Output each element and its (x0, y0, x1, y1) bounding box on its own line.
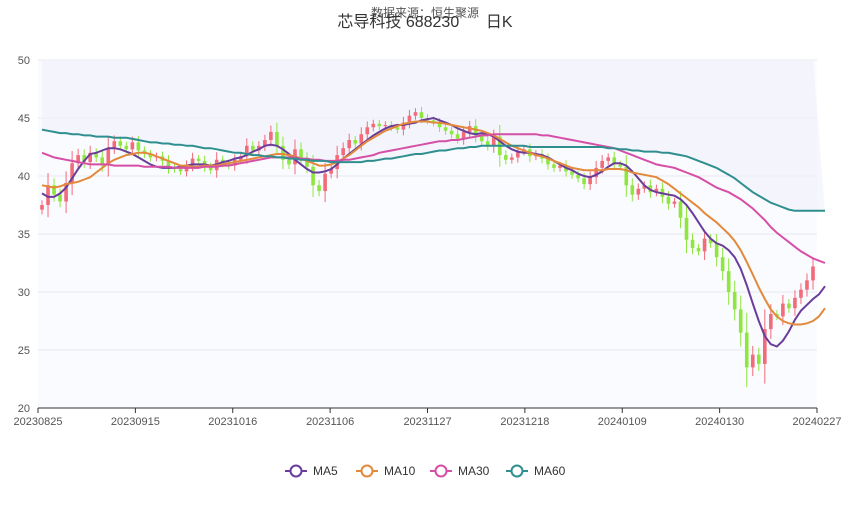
candle-body (449, 130, 454, 135)
x-tick-label: 20231218 (500, 416, 549, 428)
candle-body (112, 141, 117, 149)
candle-body (576, 174, 580, 179)
candle-body (269, 131, 273, 141)
legend: MA5 MA10 MA30 MA60 (285, 464, 566, 478)
candle-body (365, 127, 370, 135)
candle-body (582, 178, 586, 185)
candle-body (317, 185, 321, 192)
x-tick-label: 20240130 (695, 416, 744, 428)
x-tick-label: 20240227 (793, 416, 842, 428)
candle-body (726, 271, 731, 292)
legend-label-ma5[interactable]: MA5 (313, 464, 338, 478)
candle-body (136, 142, 141, 151)
candle-body (413, 112, 418, 116)
candle-body (443, 127, 448, 131)
candle-body (600, 160, 604, 168)
candle-body (696, 247, 701, 252)
y-tick-label: 40 (18, 171, 30, 183)
x-tick-label: 20231127 (403, 416, 451, 428)
y-tick-label: 30 (18, 287, 30, 299)
candle-body (793, 297, 797, 309)
x-tick-label: 20230915 (111, 416, 160, 428)
candle-body (756, 354, 761, 364)
candle-body (178, 169, 183, 172)
candle-body (732, 292, 737, 310)
candle-body (738, 309, 743, 333)
x-tick-label: 20231016 (208, 416, 257, 428)
y-tick-label: 35 (18, 229, 30, 241)
candle-body (196, 158, 201, 161)
candle-body (744, 332, 749, 368)
x-tick-label: 20230825 (14, 416, 63, 428)
candle-body (781, 303, 785, 317)
candle-body (552, 164, 556, 168)
candle-body (684, 217, 689, 240)
y-tick-label: 25 (18, 345, 30, 357)
candle-body (419, 112, 424, 118)
y-tick-label: 45 (18, 113, 30, 125)
candle-body (690, 239, 695, 248)
candle-body (124, 145, 129, 150)
candle-body (769, 314, 773, 330)
candle-body (371, 123, 376, 128)
legend-marker-ma5[interactable] (289, 464, 303, 478)
candle-body (720, 257, 725, 272)
candle-body (678, 201, 683, 218)
x-tick-label: 20240109 (598, 416, 647, 428)
candle-body (311, 166, 315, 186)
legend-marker-ma10[interactable] (360, 464, 374, 478)
candle-body (341, 148, 345, 156)
legend-marker-ma30[interactable] (434, 464, 448, 478)
candle-body (606, 157, 611, 161)
candle-body (287, 159, 291, 165)
candle-body (503, 155, 508, 160)
candle-body (130, 142, 135, 150)
candle-body (672, 201, 677, 204)
y-tick-label: 50 (18, 55, 30, 67)
candle-body (383, 124, 388, 127)
candle-body (275, 131, 279, 146)
candle-body (630, 185, 635, 195)
candle-body (510, 157, 514, 160)
legend-label-ma30[interactable]: MA30 (458, 464, 490, 478)
candle-body (811, 266, 815, 281)
candle-body (666, 196, 671, 204)
candle-body (750, 354, 755, 368)
candle-body (251, 145, 255, 151)
candle-body (799, 289, 803, 298)
legend-marker-ma60[interactable] (510, 464, 524, 478)
candle-body (805, 280, 809, 290)
candle-body (787, 303, 791, 309)
legend-label-ma60[interactable]: MA60 (534, 464, 566, 478)
candle-body (455, 134, 460, 139)
candle-body (58, 194, 62, 202)
candle-body (377, 123, 382, 127)
candle-body (347, 140, 352, 149)
candle-body (323, 173, 327, 192)
candle-body (353, 140, 358, 144)
y-tick-label: 20 (18, 403, 30, 415)
candle-body (702, 238, 707, 252)
x-tick-label: 20231106 (306, 416, 354, 428)
chart-container: 数据来源：恒生聚源 芯导科技 688230 日K 20 25 30 35 40 45 50 2… (0, 0, 850, 518)
candle-body (636, 188, 641, 195)
candle-body (40, 205, 44, 210)
chart-svg: 20 25 30 35 40 45 50 20230825 20230915 20231016 20… (14, 55, 842, 478)
legend-label-ma10[interactable]: MA10 (384, 464, 416, 478)
candle-body (359, 134, 364, 144)
candle-body (118, 141, 123, 146)
candle-body (714, 243, 719, 258)
